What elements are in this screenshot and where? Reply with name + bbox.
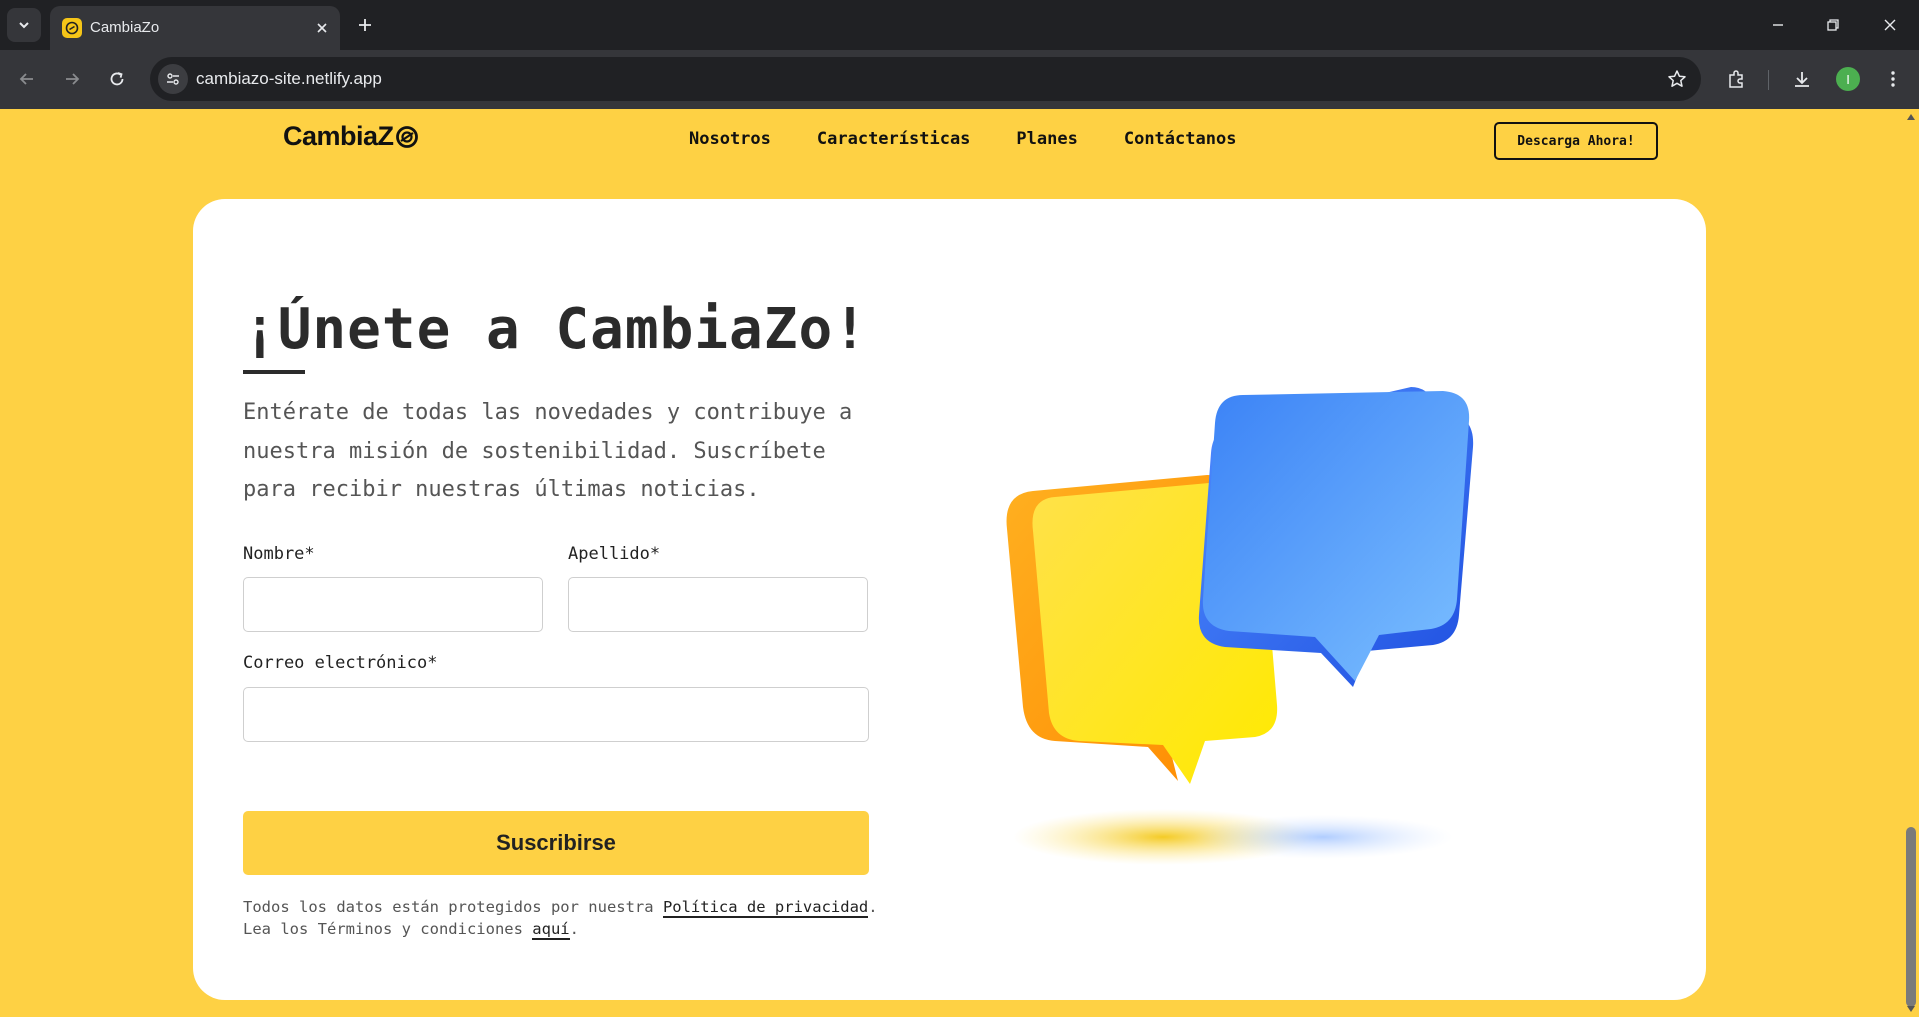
plus-icon [359, 19, 371, 31]
download-icon[interactable] [1785, 62, 1819, 96]
extensions-icon[interactable] [1719, 62, 1753, 96]
signup-card: ¡Únete a CambiaZo! Entérate de todas las… [193, 199, 1706, 1000]
logo-text: CambiaZ [283, 121, 394, 151]
site-info-icon[interactable] [158, 64, 188, 94]
minimize-icon [1773, 24, 1783, 26]
last-name-field[interactable] [568, 577, 868, 632]
cambiazo-favicon-icon [62, 18, 82, 38]
reload-button[interactable] [100, 62, 134, 96]
browser-tab-bar: CambiaZo [0, 0, 1919, 50]
legal-prefix: Todos los datos están protegidos por nue… [243, 898, 663, 916]
url-text: cambiazo-site.netlify.app [196, 69, 382, 88]
scroll-up-arrow-icon[interactable] [1903, 109, 1919, 125]
nav-planes[interactable]: Planes [1016, 129, 1077, 149]
address-bar[interactable]: cambiazo-site.netlify.app [150, 57, 1701, 101]
page-title: ¡Únete a CambiaZo! [243, 297, 868, 362]
browser-tab[interactable]: CambiaZo [50, 6, 340, 50]
back-button[interactable] [10, 62, 44, 96]
first-name-field[interactable] [243, 577, 543, 632]
chevron-down-icon [19, 22, 29, 29]
scrollbar-thumb[interactable] [1906, 827, 1916, 1007]
subscribe-button[interactable]: Suscribirse [243, 811, 869, 875]
email-label: Correo electrónico* [243, 653, 438, 673]
tab-title: CambiaZo [90, 19, 160, 36]
logo-o-mark-icon [395, 125, 418, 148]
nav-contactanos[interactable]: Contáctanos [1124, 129, 1237, 149]
last-name-label: Apellido* [568, 544, 661, 564]
nav-caracteristicas[interactable]: Características [817, 129, 971, 149]
cambiazo-logo[interactable]: CambiaZ [283, 121, 419, 152]
main-nav: Nosotros Características Planes Contácta… [689, 129, 1236, 149]
terms-link[interactable]: aquí [532, 920, 570, 940]
privacy-policy-link[interactable]: Política de privacidad [662, 898, 869, 918]
close-tab-icon[interactable] [312, 18, 332, 38]
close-window-button[interactable] [1870, 8, 1910, 42]
new-tab-button[interactable] [352, 12, 378, 38]
restore-icon [1827, 19, 1839, 31]
more-menu-icon[interactable] [1876, 62, 1910, 96]
forward-button[interactable] [55, 62, 89, 96]
title-accent-underline [243, 370, 305, 374]
reload-icon [110, 72, 124, 86]
bookmark-star-icon[interactable] [1665, 67, 1689, 91]
minimize-button[interactable] [1758, 8, 1798, 42]
restore-button[interactable] [1813, 8, 1853, 42]
signup-subtitle: Entérate de todas las novedades y contri… [243, 400, 853, 502]
first-name-label: Nombre* [243, 544, 315, 564]
profile-avatar[interactable]: I [1836, 67, 1860, 91]
arrow-left-icon [19, 73, 33, 85]
legal-notice: Todos los datos están protegidos por nue… [243, 896, 883, 940]
nav-nosotros[interactable]: Nosotros [689, 129, 771, 149]
browser-toolbar: cambiazo-site.netlify.app [0, 50, 1919, 109]
legal-suffix: . [569, 920, 579, 938]
tab-search-button[interactable] [7, 8, 41, 42]
download-now-button[interactable]: Descarga Ahora! [1494, 122, 1658, 160]
close-icon [1884, 19, 1896, 31]
chat-bubbles-illustration [1006, 387, 1474, 865]
page-viewport: CambiaZ Nosotros Características Planes … [0, 109, 1919, 1017]
site-header: CambiaZ Nosotros Características Planes … [0, 109, 1900, 175]
arrow-right-icon [66, 73, 80, 85]
page-scrollbar[interactable] [1903, 109, 1919, 1017]
blue-bubble-shadow [1193, 815, 1453, 859]
email-field[interactable] [243, 687, 869, 742]
toolbar-separator [1768, 70, 1769, 90]
scroll-down-arrow-icon[interactable] [1903, 1001, 1919, 1017]
